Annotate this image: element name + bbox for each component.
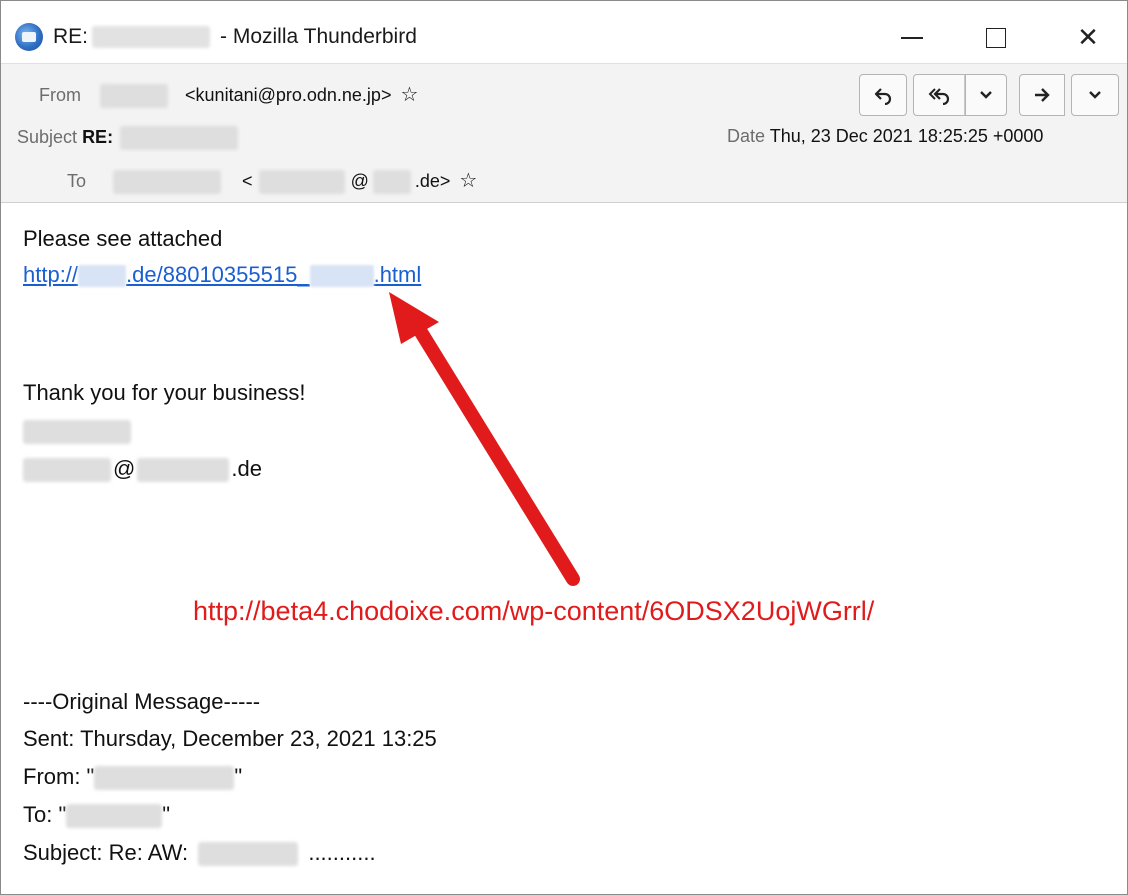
add-contact-star-icon[interactable]: ☆	[400, 82, 418, 106]
original-to: To: " "	[23, 802, 171, 829]
date-value: Thu, 23 Dec 2021 18:25:25 +0000	[769, 126, 1044, 146]
to-open-bracket: <	[242, 171, 253, 191]
maximize-icon	[986, 28, 1006, 48]
window-title: RE: - Mozilla Thunderbird	[53, 25, 417, 49]
to-domain[interactable]: .de>	[415, 171, 451, 191]
redacted-original-to	[66, 804, 163, 829]
redacted-recipient-domain	[372, 170, 411, 195]
reply-all-icon	[928, 88, 950, 105]
reply-button[interactable]	[859, 74, 907, 116]
body-line-thanks: Thank you for your business!	[23, 380, 306, 405]
to-row: To < @ .de> ☆	[67, 168, 477, 195]
link-text[interactable]: http:// .de/88010355515_ .html	[23, 262, 422, 288]
maximize-button[interactable]	[969, 15, 1023, 61]
subject-row: Subject RE:	[17, 126, 239, 150]
message-body: Please see attached http:// .de/880103555…	[1, 204, 1127, 894]
chevron-down-icon	[980, 91, 992, 99]
from-row: From <kunitani@pro.odn.ne.jp> ☆	[39, 82, 418, 109]
original-subject-prefix: Subject: Re: AW:	[23, 840, 189, 865]
from-email[interactable]: <kunitani@pro.odn.ne.jp>	[185, 85, 391, 105]
annotation-arrow	[389, 292, 580, 586]
forward-button[interactable]	[1019, 74, 1065, 116]
to-at: @	[350, 171, 369, 191]
date-label: Date	[727, 126, 766, 146]
redacted-signature-user	[23, 458, 111, 483]
redacted-link-part	[309, 265, 374, 288]
redacted-signature-name	[23, 420, 131, 445]
redacted-subject-text	[120, 126, 239, 150]
reply-all-button[interactable]	[913, 74, 965, 116]
redacted-sender-name	[100, 84, 169, 109]
from-label: From	[39, 85, 81, 105]
signature-email: @ .de	[23, 456, 262, 483]
original-from: From: " "	[23, 764, 243, 791]
forward-arrow-icon	[1035, 88, 1050, 102]
redacted-original-subject	[198, 842, 299, 867]
thunderbird-message-window: RE: - Mozilla Thunderbird ✕ From <kunitan…	[0, 0, 1128, 895]
redacted-signature-domain	[137, 458, 230, 483]
add-contact-star-icon[interactable]: ☆	[459, 168, 477, 192]
original-message-header: ----Original Message-----	[23, 689, 261, 714]
link-mid: .de/88010355515_	[126, 262, 310, 287]
annotation-url: http://beta4.chodoixe.com/wp-content/6OD…	[193, 596, 875, 626]
malicious-link[interactable]: http:// .de/88010355515_ .html	[23, 262, 421, 288]
original-to-prefix: To: "	[23, 802, 67, 827]
link-prefix: http://	[23, 262, 79, 287]
to-label: To	[67, 171, 87, 191]
original-subject-suffix: ...........	[308, 840, 376, 865]
original-subject: Subject: Re: AW: ...........	[23, 840, 376, 867]
chevron-down-icon	[1089, 91, 1101, 99]
redacted-recipient-user	[258, 170, 345, 195]
original-to-suffix: "	[162, 802, 171, 827]
more-actions-button[interactable]	[1071, 74, 1119, 116]
minimize-button[interactable]	[885, 15, 939, 61]
signature-at: @	[113, 456, 136, 481]
original-sent: Sent: Thursday, December 23, 2021 13:25	[23, 726, 437, 751]
link-suffix: .html	[373, 262, 422, 287]
original-from-prefix: From: "	[23, 764, 95, 789]
date-row: Date Thu, 23 Dec 2021 18:25:25 +0000	[727, 126, 1043, 147]
reply-all-dropdown-button[interactable]	[965, 74, 1007, 116]
redacted-link-domain	[78, 265, 127, 288]
close-icon: ✕	[1077, 23, 1099, 53]
thunderbird-app-icon	[15, 23, 43, 51]
original-from-suffix: "	[234, 764, 243, 789]
close-button[interactable]: ✕	[1061, 15, 1115, 61]
window-title-prefix: RE:	[53, 25, 89, 48]
minimize-icon	[901, 37, 923, 39]
redacted-subject	[92, 26, 211, 49]
subject-label: Subject	[17, 126, 78, 147]
subject-value: RE:	[82, 126, 114, 147]
window-title-suffix: - Mozilla Thunderbird	[220, 25, 417, 48]
message-header: From <kunitani@pro.odn.ne.jp> ☆ Subject …	[1, 63, 1127, 203]
redacted-recipient-name	[113, 170, 222, 195]
signature-domain: .de	[231, 456, 262, 481]
signature-name	[23, 418, 131, 445]
body-line-see-attached: Please see attached	[23, 226, 223, 251]
redacted-original-from	[94, 766, 235, 791]
reply-icon	[874, 88, 892, 105]
